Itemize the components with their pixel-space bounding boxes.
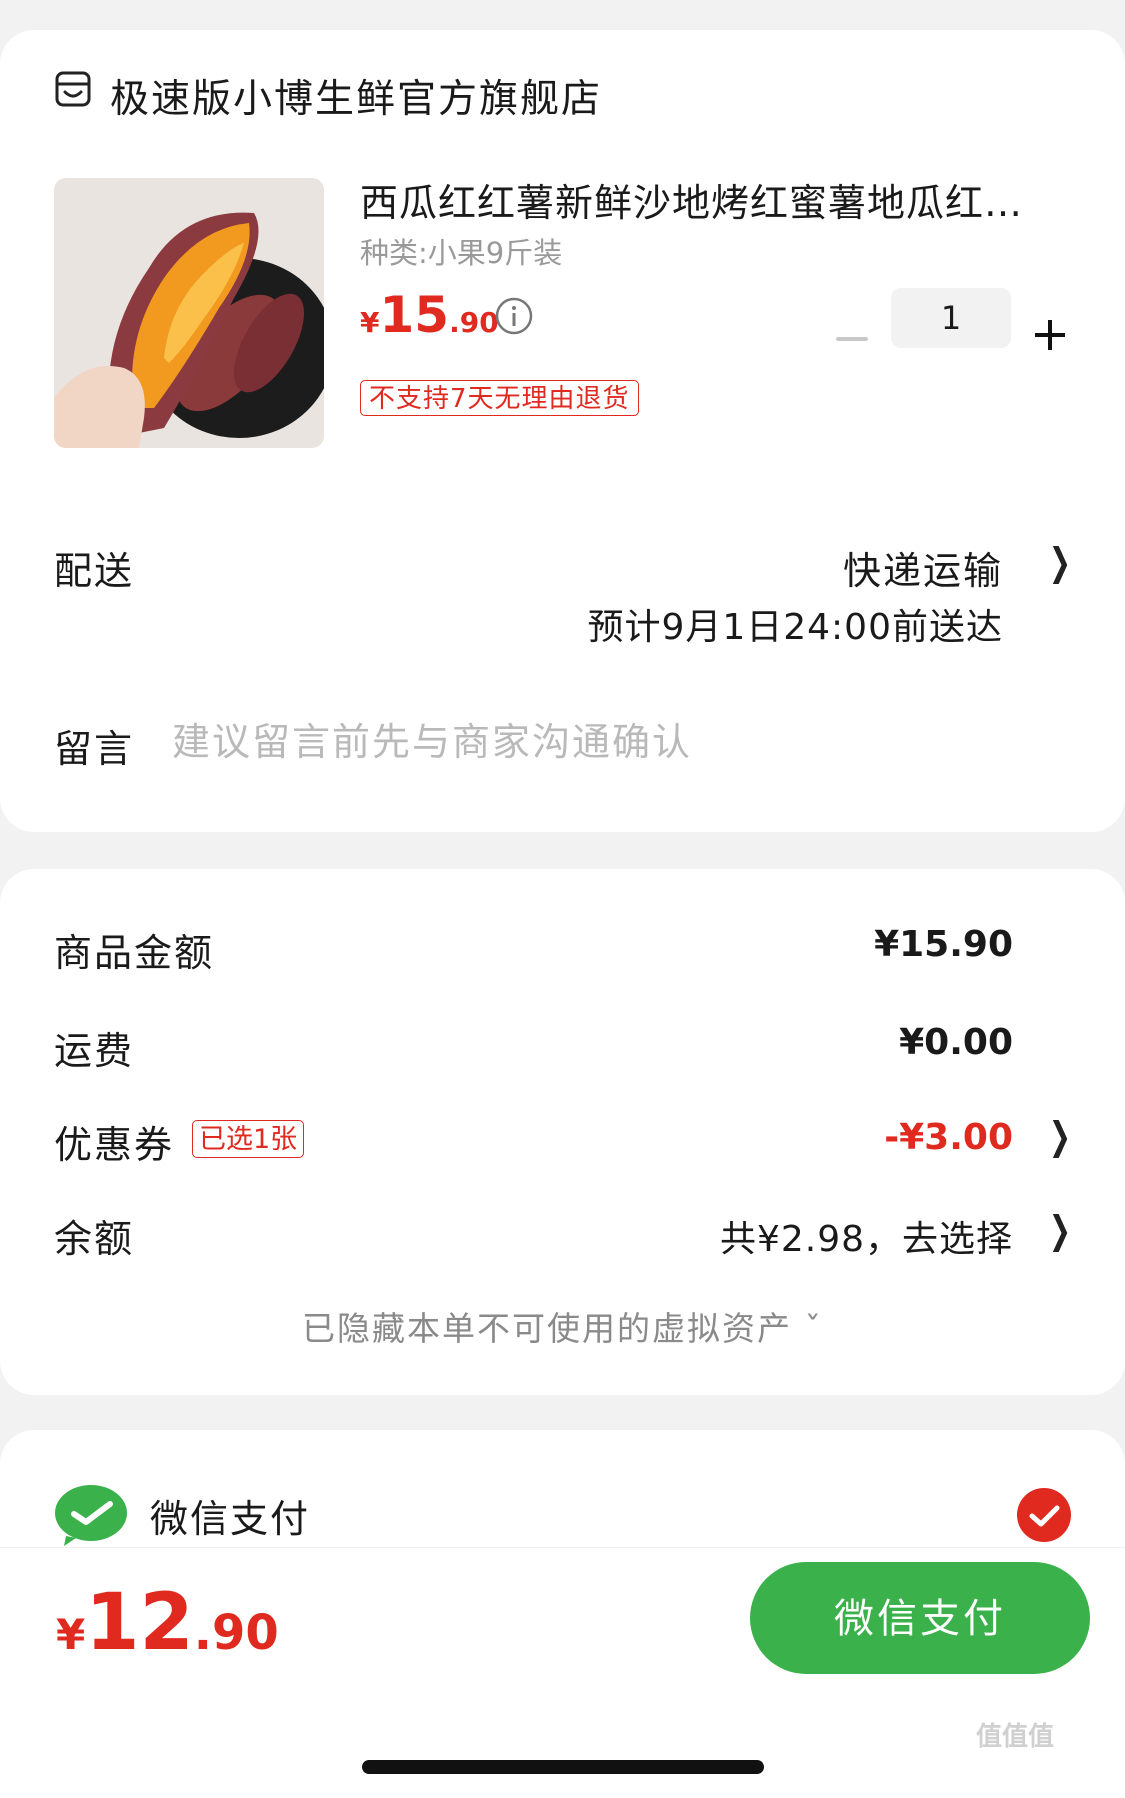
product-spec[interactable]: 种类:小果9斤装 [360, 230, 562, 272]
payment-method-label[interactable]: 微信支付 [150, 1488, 310, 1543]
delivery-label: 配送 [54, 549, 135, 593]
check-circle-icon[interactable] [1016, 1487, 1072, 1543]
delivery-eta: 预计9月1日24:00前送达 [587, 607, 1003, 648]
shop-icon [55, 71, 91, 107]
balance-label[interactable]: 余额 [54, 1208, 134, 1263]
shipping-value: ¥0.00 [899, 1022, 1013, 1063]
quantity-input[interactable]: 1 [891, 288, 1011, 348]
delivery-method[interactable]: 快递运输 [843, 540, 1003, 595]
shipping-label: 运费 [54, 1029, 135, 1073]
hidden-assets-toggle[interactable]: 已隐藏本单不可使用的虚拟资产 ˇ [0, 1302, 1125, 1350]
home-indicator [362, 1760, 764, 1774]
balance-value[interactable]: 共¥2.98，去选择 [720, 1210, 1013, 1262]
no-return-tag: 不支持7天无理由退货 [360, 380, 639, 416]
goods-amount-value: ¥15.90 [874, 924, 1013, 965]
watermark: 值值值 [976, 1722, 1055, 1752]
goods-amount-label: 商品金额 [54, 931, 215, 975]
wechat-pay-icon [55, 1485, 127, 1546]
wechat-pay-button[interactable]: 微信支付 [750, 1562, 1090, 1674]
quantity-decrease-button[interactable] [836, 337, 868, 341]
chevron-right-icon[interactable]: ❯ [1049, 1114, 1071, 1158]
chevron-right-icon[interactable]: ❯ [1049, 540, 1071, 584]
chevron-right-icon[interactable]: ❯ [1049, 1208, 1071, 1252]
coupon-label[interactable]: 优惠券 [54, 1114, 174, 1169]
coupon-value[interactable]: -¥3.00 [884, 1117, 1013, 1158]
note-label: 留言 [54, 727, 135, 771]
quantity-increase-button[interactable] [1033, 318, 1067, 352]
total-price: ¥12.90 [56, 1578, 279, 1668]
product-image[interactable] [54, 178, 324, 448]
note-input[interactable] [172, 716, 872, 768]
coupon-selected-tag: 已选1张 [192, 1120, 305, 1158]
product-title[interactable]: 西瓜红红薯新鲜沙地烤红蜜薯地瓜红… [360, 172, 1040, 227]
product-price: ¥15.90 [360, 286, 499, 344]
shop-name[interactable]: 极速版小博生鲜官方旗舰店 [110, 68, 602, 124]
info-icon[interactable] [494, 296, 534, 336]
